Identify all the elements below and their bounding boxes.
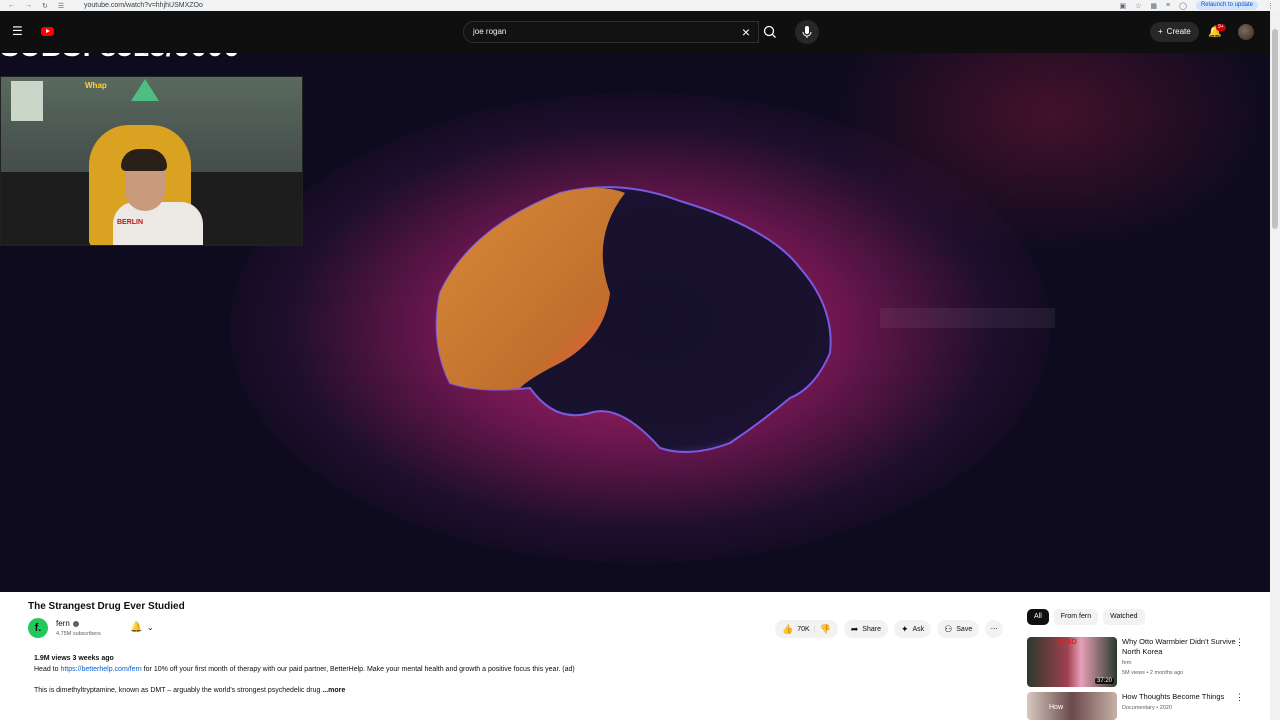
install-icon[interactable]: ▣	[1119, 2, 1126, 10]
clear-search-icon[interactable]: ×	[742, 24, 750, 40]
desc-suffix: for 10% off your first month of therapy …	[141, 666, 575, 673]
recommendation-title[interactable]: Why Otto Warmbier Didn't Survive North K…	[1122, 637, 1242, 657]
page-scrollbar[interactable]	[1270, 11, 1280, 720]
channel-avatar[interactable]: f.	[28, 618, 48, 638]
account-avatar[interactable]	[1238, 24, 1254, 40]
profile-icon[interactable]: ◯	[1179, 2, 1187, 10]
video-player[interactable]: SUBS: 8515/9000 Whap BERLIN	[0, 53, 1270, 592]
like-divider: |	[813, 625, 816, 633]
webcam-shirt-text: BERLIN	[117, 219, 144, 226]
more-actions-button[interactable]: ⋯	[985, 620, 1004, 638]
description-box[interactable]: 1.9M views 3 weeks ago Head to https://b…	[28, 652, 1018, 702]
video-actions: 👍 70K | 👎 ➦ Share ✦ Ask ⚇ Save ⋯	[775, 620, 1004, 638]
voice-search-button[interactable]	[795, 20, 819, 44]
recommendation-thumbnail[interactable]: How	[1027, 692, 1117, 720]
recommendation-title[interactable]: How Thoughts Become Things	[1122, 692, 1242, 702]
sparkle-icon: ✦	[900, 623, 909, 634]
forward-arrow-icon[interactable]: →	[25, 2, 32, 10]
more-vertical-icon[interactable]: ⋮	[1235, 692, 1244, 703]
youtube-header: ☰ joe rogan × + Create 🔔 9+	[0, 11, 1270, 53]
browser-nav: ← → ↻ ☰	[0, 2, 70, 10]
browser-menu-icon[interactable]: ⋮	[1267, 2, 1274, 10]
like-count: 70K	[797, 625, 810, 633]
subscription-bell-icon[interactable]: 🔔	[130, 622, 142, 633]
description-sponsor-line: Head to https://betterhelp.com/fern for …	[34, 666, 575, 673]
chip-all[interactable]: All	[1027, 609, 1049, 625]
chip-from-fern[interactable]: From fern	[1053, 609, 1099, 625]
thumbnail-text: DEAD	[1057, 639, 1077, 646]
recommendation-meta: 5M views • 2 months ago	[1122, 670, 1184, 676]
share-button[interactable]: ➦ Share	[843, 620, 888, 638]
youtube-logo-icon[interactable]	[41, 27, 54, 36]
save-label: Save	[956, 625, 973, 633]
plus-icon: +	[1158, 27, 1163, 36]
recommendation-item[interactable]: How How Thoughts Become Things Documenta…	[1027, 692, 1267, 720]
youtube-watch-page: ← → ↻ ☰ youtube.com/watch?v=hhjhUSMXZOo …	[0, 0, 1280, 720]
notification-badge: 9+	[1216, 24, 1226, 31]
more-horizontal-icon: ⋯	[990, 626, 998, 633]
bookmark-star-icon[interactable]: ☆	[1135, 2, 1141, 10]
watch-metadata: The Strangest Drug Ever Studied f. fern …	[0, 592, 1270, 720]
like-button[interactable]: 👍 70K | 👎	[775, 620, 838, 638]
share-label: Share	[862, 625, 881, 633]
recommendation-item[interactable]: DEAD 37:20 Why Otto Warmbier Didn't Surv…	[1027, 637, 1267, 689]
streamer-webcam: Whap BERLIN	[0, 76, 303, 246]
site-info-icon[interactable]: ☰	[58, 2, 64, 10]
sponsor-link[interactable]: https://betterhelp.com/fern	[60, 666, 141, 673]
verified-badge-icon	[73, 621, 79, 627]
desc-line2-text: This is dimethyltryptamine, known as DMT…	[34, 687, 321, 694]
description-summary-line: This is dimethyltryptamine, known as DMT…	[34, 687, 345, 694]
related-filter-chips: All From fern Watched	[1027, 609, 1145, 625]
webcam-neon-sign: Whap	[85, 81, 107, 90]
chip-watched[interactable]: Watched	[1103, 609, 1145, 625]
subs-counter-overlay: SUBS: 8515/9000	[0, 53, 240, 64]
scrollbar-thumb[interactable]	[1272, 29, 1278, 229]
video-title: The Strangest Drug Ever Studied	[28, 601, 185, 612]
video-duration: 37:20	[1094, 678, 1114, 684]
search-icon[interactable]	[759, 21, 781, 43]
channel-name[interactable]: fern	[56, 619, 70, 628]
create-label: Create	[1166, 27, 1191, 36]
hamburger-menu-icon[interactable]: ☰	[12, 25, 24, 37]
show-more-link[interactable]: ...more	[322, 687, 345, 694]
browser-toolbar: ← → ↻ ☰ youtube.com/watch?v=hhjhUSMXZOo …	[0, 0, 1280, 11]
create-button[interactable]: + Create	[1150, 22, 1199, 42]
ask-label: Ask	[912, 625, 925, 633]
views-and-date: 1.9M views 3 weeks ago	[34, 655, 114, 662]
ask-button[interactable]: ✦ Ask	[893, 620, 932, 638]
reading-list-icon[interactable]: ≡	[1166, 2, 1170, 9]
chevron-down-icon[interactable]: ⌄	[147, 623, 154, 632]
save-button[interactable]: ⚇ Save	[937, 620, 980, 638]
back-arrow-icon[interactable]: ←	[8, 2, 15, 10]
recommendation-channel[interactable]: fern	[1122, 660, 1131, 666]
thumbs-down-icon[interactable]: 👎	[820, 624, 831, 635]
recommendation-channel[interactable]: Documentary • 2020	[1122, 705, 1172, 711]
bookmark-icon: ⚇	[944, 623, 953, 634]
search-query[interactable]: joe rogan	[473, 27, 506, 36]
search-input[interactable]: joe rogan ×	[463, 21, 759, 43]
thumbs-up-icon: 👍	[782, 623, 794, 634]
extensions-icon[interactable]: ▦	[1150, 2, 1157, 10]
webcam-neon-triangle	[131, 79, 159, 101]
address-bar[interactable]: youtube.com/watch?v=hhjhUSMXZOo	[84, 2, 203, 9]
reload-icon[interactable]: ↻	[42, 2, 48, 10]
browser-actions: ▣ ☆ ▦ ≡ ◯ Relaunch to update ⋮	[1119, 1, 1280, 10]
webcam-person-hair	[121, 149, 167, 171]
microphone-icon	[802, 26, 812, 38]
channel-subscriber-count: 4.75M subscribers	[56, 631, 101, 637]
recommendation-thumbnail[interactable]: DEAD 37:20	[1027, 637, 1117, 687]
thumbnail-text: How	[1049, 704, 1064, 711]
more-vertical-icon[interactable]: ⋮	[1235, 637, 1244, 648]
relaunch-button[interactable]: Relaunch to update	[1195, 1, 1258, 10]
webcam-window	[11, 81, 43, 121]
share-arrow-icon: ➦	[850, 623, 859, 634]
desc-prefix: Head to	[34, 666, 61, 673]
